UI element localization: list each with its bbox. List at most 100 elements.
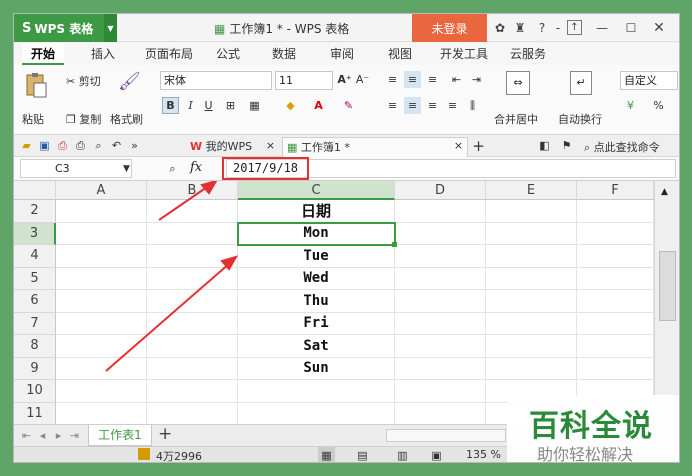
tab-page-layout[interactable]: 页面布局 [138,43,200,65]
scroll-up-icon[interactable]: ▲ [661,187,668,197]
last-sheet-icon[interactable]: ⇥ [66,427,83,444]
print-icon[interactable]: ⎙ [72,137,89,154]
tab-insert[interactable]: 插入 [82,43,124,65]
export-pdf-icon[interactable]: ⎙ [54,137,71,154]
new-tab-button[interactable]: + [470,137,487,155]
vertical-scrollbar[interactable]: ▲ [654,181,679,424]
indent-decrease-icon[interactable]: ⇤ [448,71,465,88]
app-name: WPS 表格 [34,21,94,36]
wrap-text-button[interactable]: 自动换行 [558,111,602,127]
more-icon[interactable]: » [126,137,143,154]
maximize-button[interactable]: ☐ [622,19,640,37]
distributed-icon[interactable]: ⫼ [464,97,481,114]
merge-center-button[interactable]: 合并居中 [494,111,538,127]
tab-cloud-service[interactable]: 云服务 [504,43,552,65]
scroll-thumb[interactable] [659,251,676,321]
minimize-ribbon-icon[interactable]: - [549,19,567,37]
currency-icon[interactable]: ¥ [622,97,639,114]
align-center-icon[interactable]: ≡ [404,97,421,114]
font-name-select[interactable]: 宋体 [160,71,272,90]
search-icon: ⌕ [584,141,591,154]
scissors-icon: ✂ [66,75,76,88]
restore-up-icon[interactable]: ↑ [567,20,582,35]
font-size-select[interactable]: 11 [275,71,333,90]
wps-logo-icon: W [190,140,203,153]
close-tab-icon[interactable]: × [262,137,279,154]
bold-button[interactable]: B [162,97,179,114]
sheet-doc-icon: ▦ [287,141,298,154]
paste-icon[interactable] [22,71,50,99]
indent-increase-icon[interactable]: ⇥ [468,71,485,88]
arrow-to-cell [105,255,239,372]
clear-format-icon[interactable]: ✎ [340,97,357,114]
decrease-font-icon[interactable]: A⁻ [354,71,371,88]
reading-mode-icon[interactable]: ▣ [428,447,445,462]
ribbon: 粘贴 ✂ 剪切 ❐ 复制 🖌 格式刷 宋体 11 A⁺ A⁻ B I U ⊞ ▦… [14,65,679,135]
quick-access-bar: ▰ ▣ ⎙ ⎙ ⌕ ↶ » W 我的WPS × ▦ 工作簿1 * × + ◧ ⚑… [14,135,679,157]
align-top-icon[interactable]: ≡ [384,71,401,88]
login-button[interactable]: 未登录 [412,14,487,42]
align-left-icon[interactable]: ≡ [384,97,401,114]
command-search[interactable]: ⌕ 点此查找命令 [584,139,660,155]
minimize-button[interactable]: — [593,19,611,37]
format-painter-icon[interactable]: 🖌 [118,71,141,97]
copy-icon: ❐ [66,113,76,126]
fx-button[interactable]: fx [190,160,202,175]
copy-button[interactable]: ❐ 复制 [66,111,101,127]
shirt-icon[interactable]: ♜ [511,19,529,37]
tab-start[interactable]: 开始 [22,43,64,65]
zoom-search-icon[interactable]: ⌕ [164,160,181,177]
open-folder-icon[interactable]: ▰ [18,137,35,154]
normal-view-icon[interactable]: ▦ [318,447,335,462]
calc-icon [138,448,150,460]
justify-icon[interactable]: ≡ [444,97,461,114]
align-right-icon[interactable]: ≡ [424,97,441,114]
tab-workbook1[interactable]: ▦ 工作簿1 * [282,137,468,157]
page-layout-view-icon[interactable]: ▤ [354,447,371,462]
undo-icon[interactable]: ↶ [108,137,125,154]
chevron-down-icon[interactable]: ▼ [104,14,117,42]
formula-bar: C3 ▼ ⌕ fx 2017/9/18 [14,157,679,181]
increase-font-icon[interactable]: A⁺ [336,71,353,88]
prev-sheet-icon[interactable]: ◂ [34,427,51,444]
horizontal-scrollbar[interactable] [386,429,506,442]
cut-button[interactable]: ✂ 剪切 [66,73,101,89]
name-box[interactable]: C3 [20,159,132,178]
merge-center-icon[interactable]: ⇔ [506,71,530,95]
align-middle-icon[interactable]: ≡ [404,71,421,88]
tab-view[interactable]: 视图 [382,43,418,65]
font-color-icon[interactable]: A [310,97,327,114]
align-bottom-icon[interactable]: ≡ [424,71,441,88]
watermark: 百科全说 助你轻松解决 [507,395,679,462]
save-icon[interactable]: ▣ [36,137,53,154]
tab-data[interactable]: 数据 [266,43,302,65]
wrap-text-icon[interactable]: ↵ [570,71,592,95]
next-sheet-icon[interactable]: ▸ [50,427,67,444]
close-tab-icon[interactable]: × [450,137,467,154]
italic-button[interactable]: I [182,97,199,114]
tab-review[interactable]: 审阅 [324,43,360,65]
skin-icon[interactable]: ✿ [491,19,509,37]
borders-icon[interactable]: ⊞ [222,97,239,114]
percent-button[interactable]: % [650,97,667,114]
fill-color-icon[interactable]: ◆ [282,97,299,114]
zoom-level[interactable]: 135 % [466,448,501,461]
close-button[interactable]: ✕ [650,19,668,37]
paste-button[interactable]: 粘贴 [22,111,44,127]
cell-style-icon[interactable]: ▦ [246,97,263,114]
app-menu-button[interactable]: S WPS 表格 ▼ [14,14,117,42]
sheet-tab-active[interactable]: 工作表1 [88,425,152,446]
add-sheet-button[interactable]: + [158,424,172,444]
format-painter-button[interactable]: 格式刷 [110,111,143,127]
number-format-select[interactable]: 自定义 [620,71,678,90]
tab-developer[interactable]: 开发工具 [436,43,492,65]
underline-button[interactable]: U [200,97,217,114]
flag-icon[interactable]: ⚑ [558,137,575,154]
annotation-arrows [105,181,239,372]
page-break-view-icon[interactable]: ▥ [394,447,411,462]
tab-formulas[interactable]: 公式 [210,43,246,65]
first-sheet-icon[interactable]: ⇤ [18,427,35,444]
print-preview-icon[interactable]: ⌕ [90,137,107,154]
device-icon[interactable]: ◧ [536,137,553,154]
chevron-down-icon[interactable]: ▼ [118,160,135,177]
